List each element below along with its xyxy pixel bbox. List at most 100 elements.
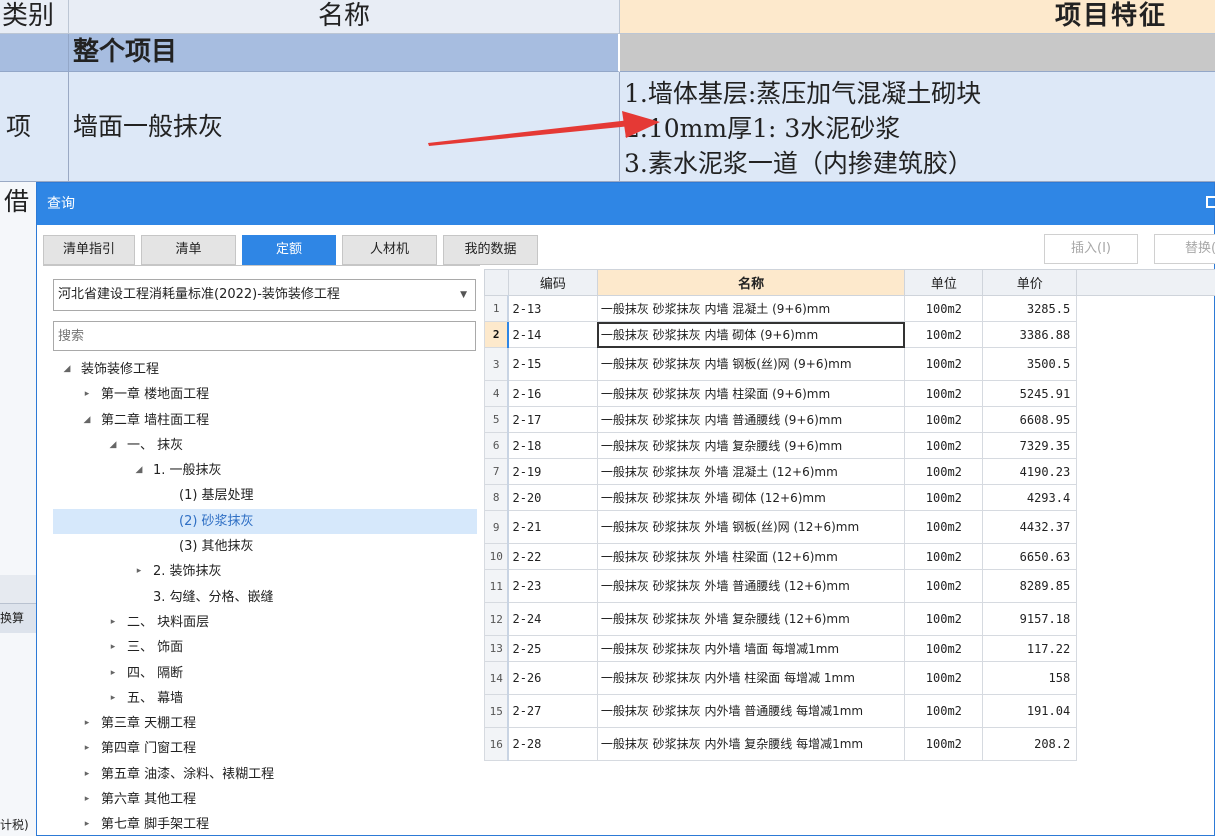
price-cell[interactable]: 3386.88: [983, 322, 1077, 348]
maximize-icon[interactable]: [1206, 196, 1215, 208]
row-number[interactable]: 13: [485, 636, 509, 662]
tree-node[interactable]: ▸第三章 天棚工程: [53, 711, 477, 736]
column-header-item-name[interactable]: 名称: [597, 270, 905, 296]
code-cell[interactable]: 2-14: [508, 322, 597, 348]
code-cell[interactable]: 2-21: [508, 511, 597, 544]
row-number[interactable]: 1: [485, 296, 509, 322]
tree-node[interactable]: ▸第四章 门窗工程: [53, 736, 477, 761]
tree-node[interactable]: ▸二、 块料面层: [53, 610, 477, 635]
expanded-triangle-icon[interactable]: ◢: [61, 357, 73, 382]
price-cell[interactable]: 6608.95: [983, 407, 1077, 433]
grid-row[interactable]: 162-28一般抹灰 砂浆抹灰 内外墙 复杂腰线 每增减1mm100m2208.…: [485, 728, 1215, 761]
chevron-down-icon[interactable]: ▼: [460, 280, 467, 310]
replace-button[interactable]: 替换(: [1154, 234, 1215, 264]
grid-row[interactable]: 72-19一般抹灰 砂浆抹灰 外墙 混凝土 (12+6)mm100m24190.…: [485, 459, 1215, 485]
name-cell[interactable]: 一般抹灰 砂浆抹灰 外墙 钢板(丝)网 (12+6)mm: [597, 511, 905, 544]
row-number[interactable]: 10: [485, 544, 509, 570]
tree-node[interactable]: ▸三、 饰面: [53, 635, 477, 660]
price-cell[interactable]: 4293.4: [983, 485, 1077, 511]
grid-row[interactable]: 12-13一般抹灰 砂浆抹灰 内墙 混凝土 (9+6)mm100m23285.5: [485, 296, 1215, 322]
unit-cell[interactable]: 100m2: [905, 407, 983, 433]
code-cell[interactable]: 2-16: [508, 381, 597, 407]
price-cell[interactable]: 4190.23: [983, 459, 1077, 485]
column-header-category[interactable]: 类别: [0, 0, 69, 34]
grid-row[interactable]: 122-24一般抹灰 砂浆抹灰 外墙 复杂腰线 (12+6)mm100m2915…: [485, 603, 1215, 636]
tree-node[interactable]: ◢一、 抹灰: [53, 433, 477, 458]
price-cell[interactable]: 4432.37: [983, 511, 1077, 544]
row-number[interactable]: 6: [485, 433, 509, 459]
code-cell[interactable]: 2-26: [508, 662, 597, 695]
library-select[interactable]: 河北省建设工程消耗量标准(2022)-装饰装修工程 ▼: [53, 279, 476, 311]
unit-cell[interactable]: 100m2: [905, 511, 983, 544]
price-cell[interactable]: 117.22: [983, 636, 1077, 662]
unit-cell[interactable]: 100m2: [905, 570, 983, 603]
row-number[interactable]: 7: [485, 459, 509, 485]
grid-row[interactable]: 142-26一般抹灰 砂浆抹灰 内外墙 柱梁面 每增减 1mm100m2158: [485, 662, 1215, 695]
tree-node[interactable]: (1) 基层处理: [53, 483, 477, 508]
name-cell[interactable]: 一般抹灰 砂浆抹灰 内外墙 复杂腰线 每增减1mm: [597, 728, 905, 761]
tree-node[interactable]: ▸第七章 脚手架工程: [53, 812, 477, 837]
tree-node[interactable]: ▸第一章 楼地面工程: [53, 382, 477, 407]
collapsed-triangle-icon[interactable]: ▸: [107, 661, 119, 686]
code-cell[interactable]: 2-23: [508, 570, 597, 603]
row-number[interactable]: 2: [485, 322, 509, 348]
grid-row[interactable]: 52-17一般抹灰 砂浆抹灰 内墙 普通腰线 (9+6)mm100m26608.…: [485, 407, 1215, 433]
row-number[interactable]: 12: [485, 603, 509, 636]
code-cell[interactable]: 2-13: [508, 296, 597, 322]
grid-row[interactable]: 42-16一般抹灰 砂浆抹灰 内墙 柱梁面 (9+6)mm100m25245.9…: [485, 381, 1215, 407]
price-cell[interactable]: 3285.5: [983, 296, 1077, 322]
name-cell[interactable]: 一般抹灰 砂浆抹灰 外墙 普通腰线 (12+6)mm: [597, 570, 905, 603]
row-number[interactable]: 8: [485, 485, 509, 511]
grid-row[interactable]: 82-20一般抹灰 砂浆抹灰 外墙 砌体 (12+6)mm100m24293.4: [485, 485, 1215, 511]
name-cell[interactable]: 一般抹灰 砂浆抹灰 外墙 砌体 (12+6)mm: [597, 485, 905, 511]
price-cell[interactable]: 191.04: [983, 695, 1077, 728]
unit-cell[interactable]: 100m2: [905, 485, 983, 511]
name-cell[interactable]: 一般抹灰 砂浆抹灰 内墙 钢板(丝)网 (9+6)mm: [597, 348, 905, 381]
grid-row[interactable]: 92-21一般抹灰 砂浆抹灰 外墙 钢板(丝)网 (12+6)mm100m244…: [485, 511, 1215, 544]
row-number[interactable]: 4: [485, 381, 509, 407]
unit-cell[interactable]: 100m2: [905, 296, 983, 322]
name-cell[interactable]: 一般抹灰 砂浆抹灰 外墙 柱梁面 (12+6)mm: [597, 544, 905, 570]
whole-project-features-cell[interactable]: [620, 34, 1215, 72]
row-number[interactable]: 5: [485, 407, 509, 433]
whole-project-category-cell[interactable]: [0, 34, 69, 72]
grid-row[interactable]: 112-23一般抹灰 砂浆抹灰 外墙 普通腰线 (12+6)mm100m2828…: [485, 570, 1215, 603]
name-cell[interactable]: 一般抹灰 砂浆抹灰 内墙 砌体 (9+6)mm: [597, 322, 905, 348]
column-header-unit[interactable]: 单位: [905, 270, 983, 296]
price-cell[interactable]: 158: [983, 662, 1077, 695]
unit-cell[interactable]: 100m2: [905, 728, 983, 761]
tree-node[interactable]: 3. 勾缝、分格、嵌缝: [53, 585, 477, 610]
collapsed-triangle-icon[interactable]: ▸: [81, 762, 93, 787]
collapsed-triangle-icon[interactable]: ▸: [133, 559, 145, 584]
tree-node[interactable]: ▸2. 装饰抹灰: [53, 559, 477, 584]
row-number[interactable]: 16: [485, 728, 509, 761]
code-cell[interactable]: 2-25: [508, 636, 597, 662]
name-cell[interactable]: 一般抹灰 砂浆抹灰 外墙 复杂腰线 (12+6)mm: [597, 603, 905, 636]
row-number[interactable]: 11: [485, 570, 509, 603]
code-cell[interactable]: 2-28: [508, 728, 597, 761]
grid-row[interactable]: 32-15一般抹灰 砂浆抹灰 内墙 钢板(丝)网 (9+6)mm100m2350…: [485, 348, 1215, 381]
tab-quota[interactable]: 定额: [242, 235, 336, 265]
tree-node[interactable]: ▸五、 幕墙: [53, 686, 477, 711]
tree-node[interactable]: (3) 其他抹灰: [53, 534, 477, 559]
code-cell[interactable]: 2-19: [508, 459, 597, 485]
name-cell[interactable]: 一般抹灰 砂浆抹灰 内墙 柱梁面 (9+6)mm: [597, 381, 905, 407]
expanded-triangle-icon[interactable]: ◢: [81, 408, 93, 433]
row-number[interactable]: 14: [485, 662, 509, 695]
column-header-price[interactable]: 单价: [983, 270, 1077, 296]
column-header-name[interactable]: 名称: [69, 0, 620, 34]
insert-button[interactable]: 插入(I): [1044, 234, 1138, 264]
code-cell[interactable]: 2-18: [508, 433, 597, 459]
unit-cell[interactable]: 100m2: [905, 381, 983, 407]
row-number[interactable]: 3: [485, 348, 509, 381]
unit-cell[interactable]: 100m2: [905, 636, 983, 662]
price-cell[interactable]: 3500.5: [983, 348, 1077, 381]
unit-cell[interactable]: 100m2: [905, 695, 983, 728]
tab-bill[interactable]: 清单: [141, 235, 236, 265]
unit-cell[interactable]: 100m2: [905, 603, 983, 636]
code-cell[interactable]: 2-22: [508, 544, 597, 570]
unit-cell[interactable]: 100m2: [905, 348, 983, 381]
tree-node[interactable]: ◢第二章 墙柱面工程: [53, 408, 477, 433]
unit-cell[interactable]: 100m2: [905, 322, 983, 348]
name-cell[interactable]: 一般抹灰 砂浆抹灰 内外墙 柱梁面 每增减 1mm: [597, 662, 905, 695]
